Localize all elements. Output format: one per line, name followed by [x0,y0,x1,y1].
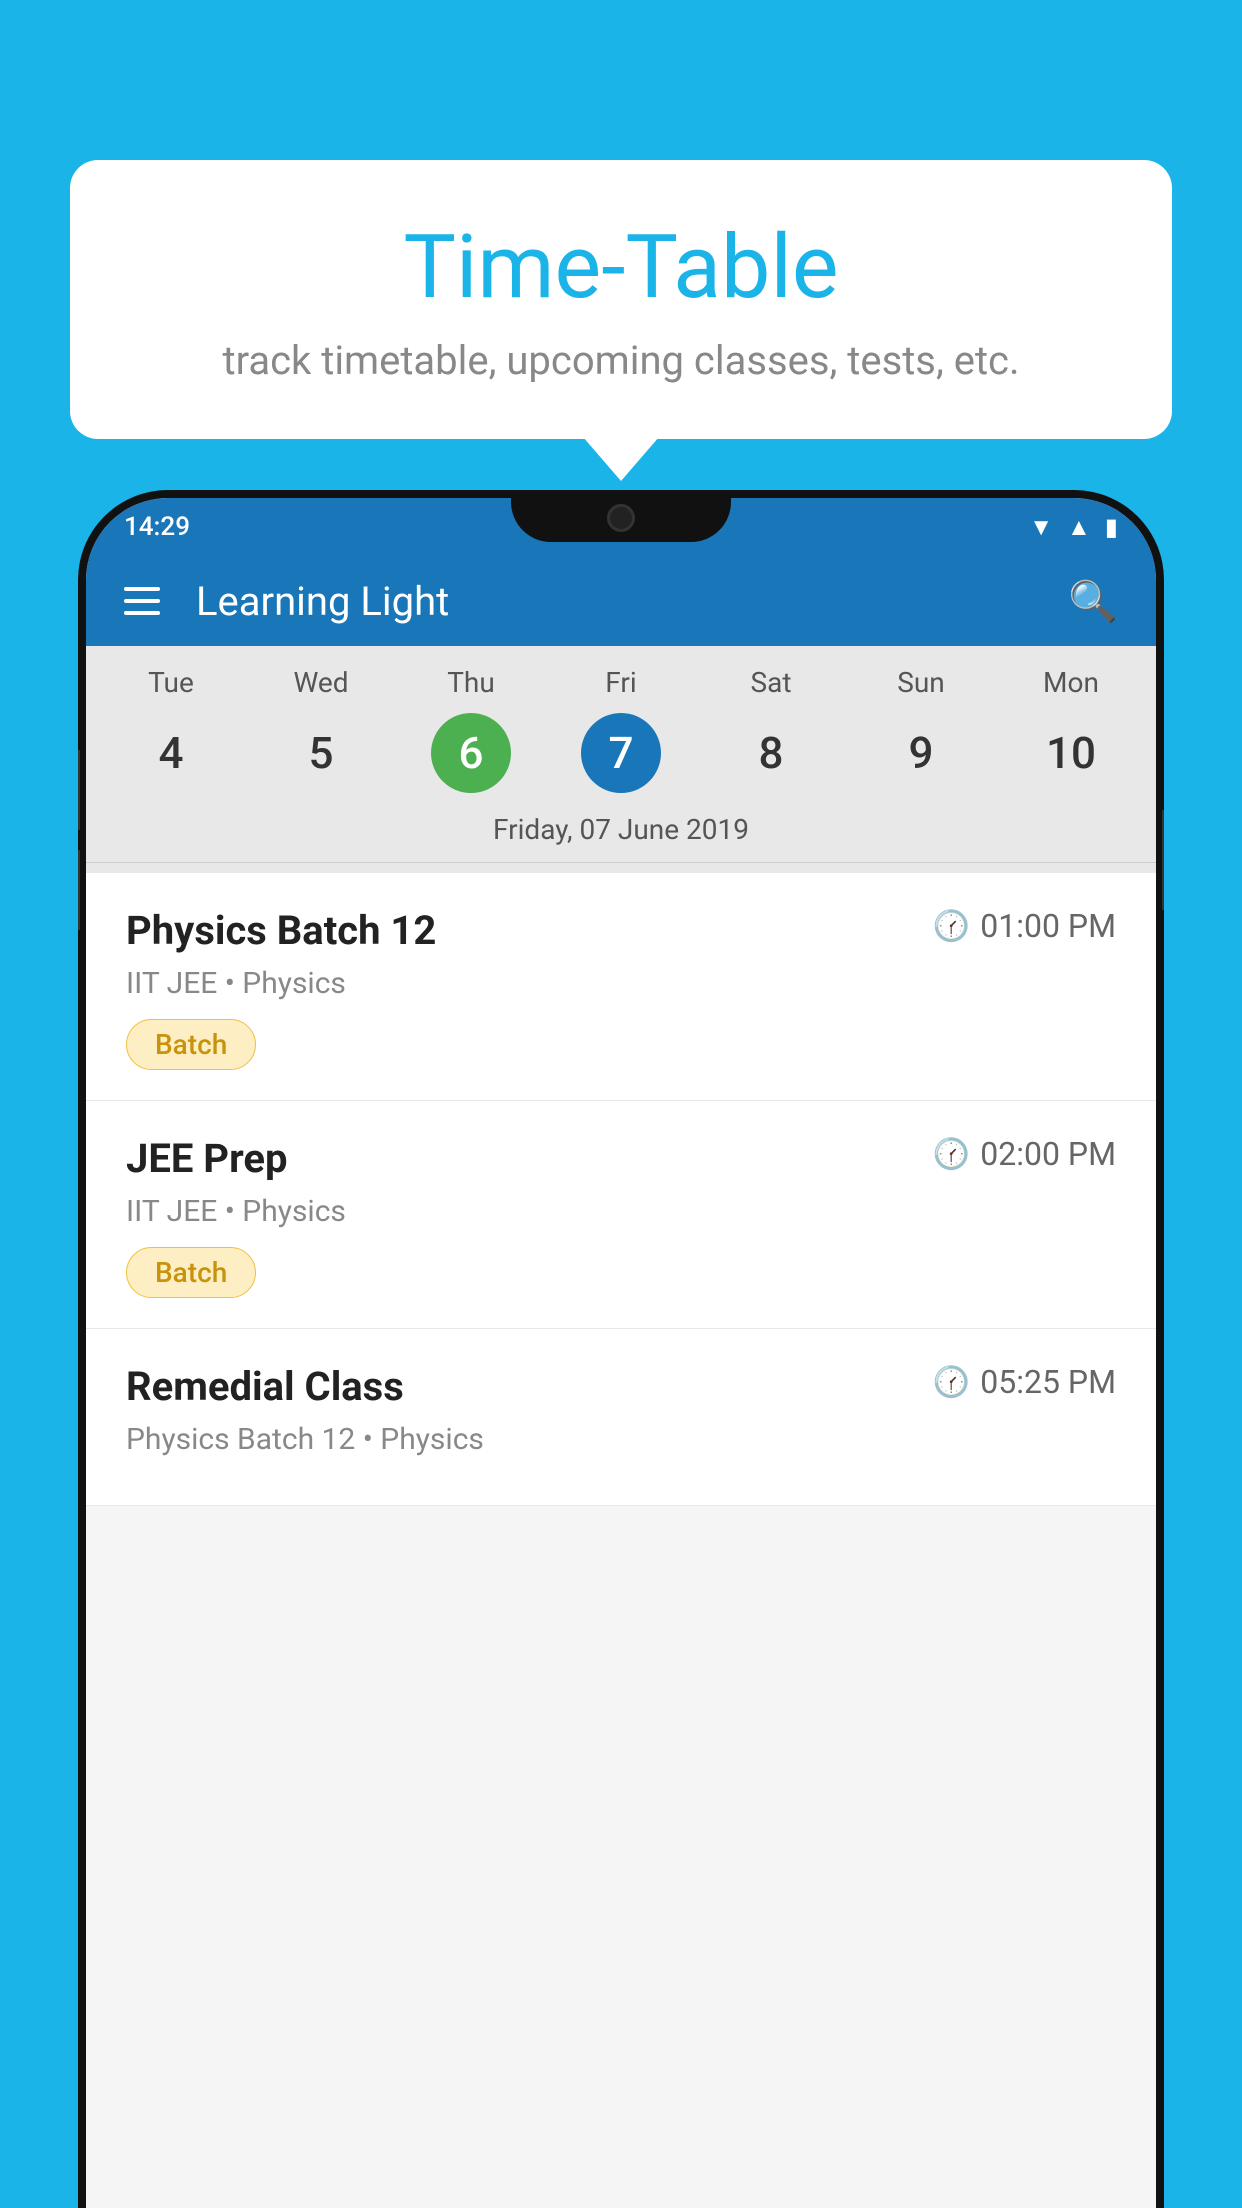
calendar-day-thu[interactable]: Thu 6 [411,666,531,793]
batch-badge: Batch [126,1019,256,1070]
search-icon[interactable]: 🔍 [1068,578,1118,625]
day-name: Sat [750,666,791,699]
phone-screen: 14:29 ▼ ▲ ▮ Learning Light 🔍 [86,498,1156,2208]
calendar-day-sat[interactable]: Sat 8 [711,666,831,793]
schedule-item-header: Physics Batch 12 🕜 01:00 PM [126,907,1116,954]
day-name: Thu [447,666,495,699]
phone-notch [511,490,731,542]
day-name: Sun [897,666,945,699]
volume-up-button [78,750,80,830]
hamburger-icon[interactable] [124,587,160,615]
schedule-item-title: Physics Batch 12 [126,907,436,954]
day-name: Fri [605,666,636,699]
day-name: Wed [293,666,348,699]
phone-frame: 14:29 ▼ ▲ ▮ Learning Light 🔍 [78,490,1164,2208]
calendar-day-sun[interactable]: Sun 9 [861,666,981,793]
day-number[interactable]: 6 [431,713,511,793]
tooltip-card: Time-Table track timetable, upcoming cla… [70,160,1172,439]
schedule-item[interactable]: JEE Prep 🕜 02:00 PM IIT JEE • Physics Batch [86,1101,1156,1329]
schedule-item[interactable]: Remedial Class 🕜 05:25 PM Physics Batch 12… [86,1329,1156,1506]
schedule-time: 🕜 05:25 PM [933,1363,1116,1401]
tooltip-title: Time-Table [130,220,1112,317]
app-bar: Learning Light 🔍 [86,556,1156,646]
days-row: Tue 4 Wed 5 Thu 6 Fri 7 Sat 8 Sun 9 Mon 10 [86,666,1156,803]
phone-camera [607,504,635,532]
clock-icon: 🕜 [933,1137,970,1172]
day-number[interactable]: 4 [131,713,211,793]
status-time: 14:29 [124,512,190,542]
day-number[interactable]: 7 [581,713,661,793]
volume-down-button [78,850,80,930]
schedule-subtitle: Physics Batch 12 • Physics [126,1422,1116,1457]
schedule-time: 🕜 01:00 PM [933,907,1116,945]
day-number[interactable]: 9 [881,713,961,793]
batch-badge: Batch [126,1247,256,1298]
schedule-list: Physics Batch 12 🕜 01:00 PM IIT JEE • Phys… [86,873,1156,1506]
power-button [1162,810,1164,910]
day-number[interactable]: 10 [1031,713,1111,793]
tooltip-subtitle: track timetable, upcoming classes, tests… [130,337,1112,384]
clock-icon: 🕜 [933,909,970,944]
clock-icon: 🕜 [933,1365,970,1400]
schedule-time: 🕜 02:00 PM [933,1135,1116,1173]
schedule-item-title: Remedial Class [126,1363,404,1410]
selected-date-label: Friday, 07 June 2019 [86,803,1156,863]
day-number[interactable]: 5 [281,713,361,793]
schedule-subtitle: IIT JEE • Physics [126,1194,1116,1229]
day-number[interactable]: 8 [731,713,811,793]
schedule-item-title: JEE Prep [126,1135,287,1182]
day-name: Tue [148,666,194,699]
battery-icon: ▮ [1105,513,1118,541]
calendar-section: Tue 4 Wed 5 Thu 6 Fri 7 Sat 8 Sun 9 Mon 10 Friday, 07… [86,646,1156,873]
status-icons: ▼ ▲ ▮ [1029,513,1118,542]
schedule-item-header: Remedial Class 🕜 05:25 PM [126,1363,1116,1410]
schedule-item[interactable]: Physics Batch 12 🕜 01:00 PM IIT JEE • Phys… [86,873,1156,1101]
signal-icon: ▲ [1067,513,1091,542]
wifi-icon: ▼ [1029,513,1053,542]
calendar-day-fri[interactable]: Fri 7 [561,666,681,793]
app-title: Learning Light [196,578,1032,625]
calendar-day-tue[interactable]: Tue 4 [111,666,231,793]
day-name: Mon [1043,666,1099,699]
calendar-day-wed[interactable]: Wed 5 [261,666,381,793]
calendar-day-mon[interactable]: Mon 10 [1011,666,1131,793]
schedule-item-header: JEE Prep 🕜 02:00 PM [126,1135,1116,1182]
schedule-subtitle: IIT JEE • Physics [126,966,1116,1001]
